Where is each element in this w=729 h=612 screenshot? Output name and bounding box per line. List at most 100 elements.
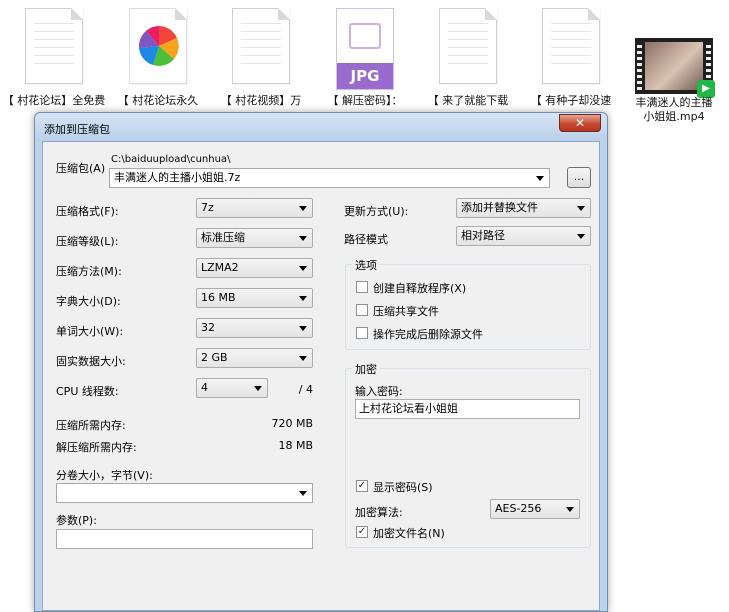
password-label: 输入密码: (355, 385, 403, 398)
jpg-image-icon: JPG (336, 8, 394, 90)
encryption-method-value: AES-256 (495, 502, 542, 515)
encryption-title: 加密 (352, 361, 380, 377)
archive-name-combo[interactable]: 丰满迷人的主播小姐姐.7z (109, 168, 550, 188)
desktop-file-7[interactable]: ▶ 丰满迷人的主播 小姐姐.mp4 (622, 0, 726, 123)
desktop-file-2[interactable]: 【 村花论坛永久 (106, 0, 210, 115)
dictionary-label: 字典大小(D): (56, 295, 121, 308)
file-caption: 【 村花论坛永久 (117, 94, 199, 107)
file-caption: 【 村花论坛】全免费 (2, 94, 106, 107)
file-caption: 【 来了就能下载 (427, 94, 509, 107)
chevron-down-icon (299, 326, 307, 331)
document-icon (542, 8, 600, 84)
chevron-down-icon (299, 236, 307, 241)
shared-files-checkbox[interactable] (356, 304, 368, 316)
encrypt-names-label: 加密文件名(N) (373, 527, 445, 540)
chevron-down-icon (299, 266, 307, 271)
compress-memory-value: 720 MB (271, 417, 313, 430)
jpg-badge: JPG (337, 63, 393, 89)
path-mode-label: 路径模式 (344, 233, 388, 246)
archive-name-value: 丰满迷人的主播小姐姐.7z (114, 171, 241, 184)
file-caption: 【 解压密码】： (327, 94, 403, 107)
volume-size-combo[interactable] (56, 483, 313, 503)
encryption-method-label: 加密算法: (355, 506, 403, 519)
volume-size-label: 分卷大小，字节(V): (56, 469, 153, 482)
method-label: 压缩方法(M): (56, 265, 122, 278)
cpu-threads-max: / 4 (298, 383, 313, 396)
cpu-threads-value: 4 (201, 381, 208, 394)
file-caption: 丰满迷人的主播 (635, 96, 713, 109)
format-value: 7z (201, 201, 214, 214)
path-mode-select[interactable]: 相对路径 (456, 226, 591, 246)
desktop-file-5[interactable]: 【 来了就能下载 (416, 0, 520, 115)
delete-after-checkbox[interactable] (356, 327, 368, 339)
decompress-memory-value: 18 MB (278, 439, 313, 452)
show-password-checkbox[interactable]: ✓ (356, 480, 368, 492)
chevron-down-icon (566, 507, 574, 512)
path-mode-value: 相对路径 (461, 229, 505, 242)
desktop-file-4[interactable]: JPG 【 解压密码】： (313, 0, 417, 115)
document-icon (232, 8, 290, 84)
chevron-down-icon (577, 234, 585, 239)
video-thumbnail-icon: ▶ (635, 38, 715, 98)
solid-size-value: 2 GB (201, 351, 228, 364)
method-value: LZMA2 (201, 261, 239, 274)
chevron-down-icon (536, 176, 544, 181)
close-button[interactable]: ✕ (559, 114, 601, 132)
update-mode-label: 更新方式(U): (344, 205, 409, 218)
word-size-value: 32 (201, 321, 215, 334)
cpu-threads-label: CPU 线程数: (56, 385, 119, 398)
dialog-title: 添加到压缩包 (44, 123, 110, 136)
word-size-label: 单词大小(W): (56, 325, 124, 338)
compress-memory-label: 压缩所需内存: (56, 419, 126, 432)
chevron-down-icon (254, 386, 262, 391)
password-input[interactable]: 上村花论坛看小姐姐 (355, 399, 580, 419)
level-label: 压缩等级(L): (56, 235, 119, 248)
word-size-select[interactable]: 32 (196, 318, 313, 338)
cpu-threads-select[interactable]: 4 (196, 378, 268, 398)
desktop-file-6[interactable]: 【 有种子却没速 (519, 0, 623, 115)
parameters-input[interactable] (56, 529, 313, 549)
show-password-label: 显示密码(S) (373, 481, 433, 494)
archive-label: 压缩包(A) (56, 162, 106, 175)
solid-size-select[interactable]: 2 GB (196, 348, 313, 368)
format-select[interactable]: 7z (196, 198, 313, 218)
dictionary-value: 16 MB (201, 291, 236, 304)
archive-path: C:\baiduupload\cunhua\ (111, 154, 231, 165)
update-mode-value: 添加并替换文件 (461, 201, 538, 214)
solid-size-label: 固实数据大小: (56, 355, 126, 368)
update-mode-select[interactable]: 添加并替换文件 (456, 198, 591, 218)
dialog-client-area: 压缩包(A) C:\baiduupload\cunhua\ 丰满迷人的主播小姐姐… (42, 141, 600, 611)
browse-button[interactable]: ... (567, 167, 591, 188)
method-select[interactable]: LZMA2 (196, 258, 313, 278)
chevron-down-icon (299, 356, 307, 361)
pinwheel-app-icon (129, 8, 187, 84)
encrypt-names-checkbox[interactable]: ✓ (356, 526, 368, 538)
encryption-group: 加密 输入密码: 上村花论坛看小姐姐 ✓ 显示密码(S) 加密算法: AES-2… (345, 361, 591, 548)
file-caption: 【 村花视频】万 (220, 94, 302, 107)
options-title: 选项 (352, 257, 380, 273)
shared-files-label: 压缩共享文件 (373, 305, 439, 318)
add-to-archive-dialog: 添加到压缩包 ✕ 压缩包(A) C:\baiduupload\cunhua\ 丰… (34, 112, 608, 612)
file-caption-line2: 小姐姐.mp4 (643, 110, 705, 123)
encryption-method-select[interactable]: AES-256 (490, 499, 580, 519)
chevron-down-icon (299, 296, 307, 301)
desktop-file-3[interactable]: 【 村花视频】万 (209, 0, 313, 115)
document-icon (25, 8, 83, 84)
chevron-down-icon (299, 206, 307, 211)
sfx-checkbox[interactable] (356, 281, 368, 293)
parameters-label: 参数(P): (56, 514, 97, 527)
sfx-label: 创建自释放程序(X) (373, 282, 467, 295)
chevron-down-icon (299, 491, 307, 496)
document-icon (439, 8, 497, 84)
file-caption: 【 有种子却没速 (530, 94, 612, 107)
chevron-down-icon (577, 206, 585, 211)
desktop-file-1[interactable]: 【 村花论坛】全免费 (2, 0, 106, 115)
dictionary-select[interactable]: 16 MB (196, 288, 313, 308)
options-group: 选项 创建自释放程序(X) 压缩共享文件 操作完成后删除源文件 (345, 257, 591, 350)
dialog-titlebar[interactable]: 添加到压缩包 ✕ (35, 113, 607, 141)
level-value: 标准压缩 (201, 231, 245, 244)
level-select[interactable]: 标准压缩 (196, 228, 313, 248)
format-label: 压缩格式(F): (56, 205, 119, 218)
delete-after-label: 操作完成后删除源文件 (373, 328, 483, 341)
decompress-memory-label: 解压缩所需内存: (56, 441, 137, 454)
